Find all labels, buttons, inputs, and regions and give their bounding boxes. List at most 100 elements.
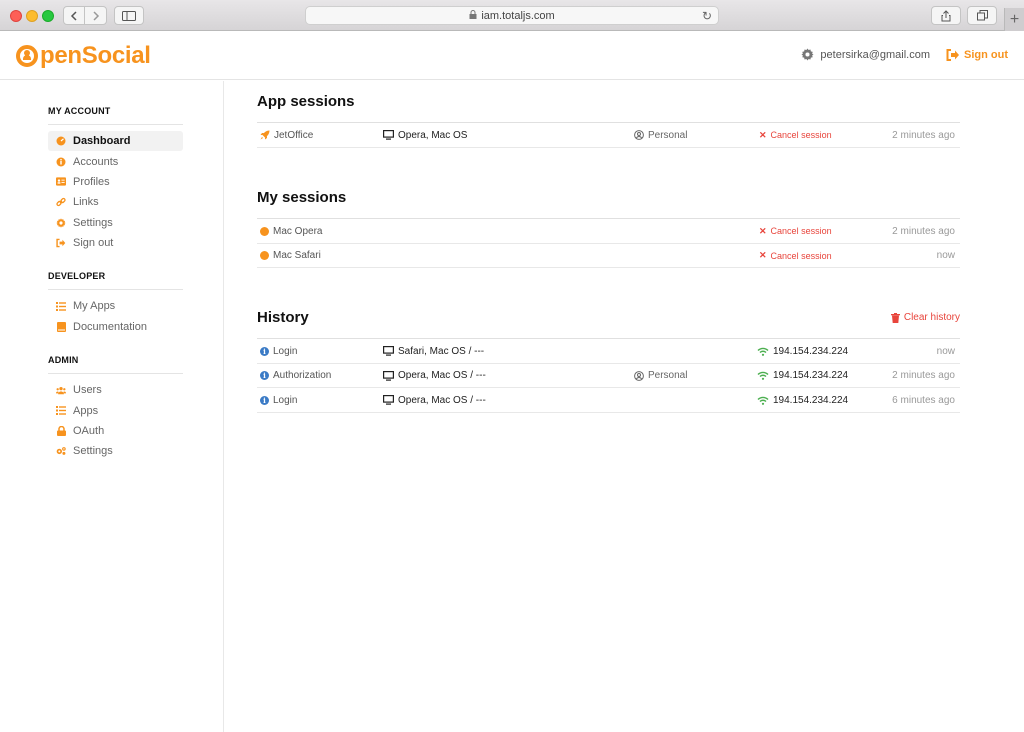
info-icon xyxy=(56,157,66,167)
device-cell: Opera, Mac OS / --- xyxy=(383,364,486,388)
sidebar-item-admin-settings[interactable]: Settings xyxy=(48,441,183,461)
chevron-left-icon xyxy=(70,10,77,21)
monitor-icon xyxy=(383,346,394,356)
ip-cell: 194.154.234.224 xyxy=(757,388,848,412)
sidebar-item-label: Links xyxy=(73,196,99,209)
device-name: Opera, Mac OS xyxy=(398,129,468,141)
info-icon: i xyxy=(260,371,269,380)
sidebar-item-users[interactable]: Users xyxy=(48,380,183,400)
session-name-cell: Mac Safari xyxy=(260,244,321,268)
gears-icon xyxy=(56,446,66,456)
sidebar-section-admin: ADMIN Users Apps OAuth Settings xyxy=(48,355,183,462)
session-time: now xyxy=(936,250,955,261)
device-name: Opera, Mac OS / --- xyxy=(398,394,486,406)
dashboard-icon xyxy=(56,136,66,146)
back-button[interactable] xyxy=(64,7,85,24)
sign-out-icon[interactable] xyxy=(946,48,960,61)
section-title: History xyxy=(257,309,309,326)
sidebar-item-label: Dashboard xyxy=(73,135,131,148)
account-cell: Personal xyxy=(634,123,687,147)
cancel-session-button[interactable]: ✕ Cancel session xyxy=(759,219,832,243)
user-circle-icon xyxy=(634,370,644,381)
zoom-window-button[interactable] xyxy=(42,10,54,22)
user-area: petersirka@gmail.com Sign out xyxy=(801,48,1008,61)
url-text: iam.totaljs.com xyxy=(481,9,555,22)
sidebar-item-profiles[interactable]: Profiles xyxy=(48,172,183,192)
sidebar-item-settings[interactable]: Settings xyxy=(48,213,183,233)
close-icon: ✕ xyxy=(759,225,767,236)
event-time: 2 minutes ago xyxy=(892,370,955,381)
info-icon: i xyxy=(260,395,269,405)
share-icon xyxy=(941,9,951,21)
sidebar-item-dashboard[interactable]: Dashboard xyxy=(48,131,183,152)
cancel-session-button[interactable]: ✕ Cancel session xyxy=(759,123,832,147)
session-time: 2 minutes ago xyxy=(892,225,955,237)
ip-cell: 194.154.234.224 xyxy=(757,364,848,388)
lock-icon xyxy=(56,425,66,436)
sidebar-item-label: Sign out xyxy=(73,237,114,250)
cancel-session-label: Cancel session xyxy=(770,226,832,236)
chevron-right-icon xyxy=(92,10,99,21)
monitor-icon xyxy=(383,395,394,405)
reload-icon[interactable]: ↻ xyxy=(702,9,712,23)
sidebar-item-links[interactable]: Links xyxy=(48,192,183,212)
event-type: Login xyxy=(273,394,298,406)
rocket-icon xyxy=(260,130,270,140)
device-name: Safari, Mac OS / --- xyxy=(398,345,485,357)
minimize-window-button[interactable] xyxy=(26,10,38,22)
sidebar-item-apps[interactable]: Apps xyxy=(48,400,183,420)
sidebar-toggle-button[interactable] xyxy=(114,6,144,25)
tabs-overview-button[interactable] xyxy=(967,6,997,25)
sidebar-item-label: Apps xyxy=(73,404,99,417)
sidebar-section-title: MY ACCOUNT xyxy=(48,106,183,125)
app-name-cell: JetOffice xyxy=(260,123,313,147)
sidebar-item-label: Settings xyxy=(73,216,113,229)
user-email[interactable]: petersirka@gmail.com xyxy=(820,49,930,61)
history-row: i Login Safari, Mac OS / --- 194.154.234… xyxy=(257,339,960,364)
history-row: i Login Opera, Mac OS / --- 194.154.234.… xyxy=(257,388,960,413)
event-time: now xyxy=(936,345,955,357)
event-type-cell: i Login xyxy=(260,339,297,363)
sidebar-item-documentation[interactable]: Documentation xyxy=(48,316,183,336)
status-dot-icon xyxy=(260,251,269,260)
id-card-icon xyxy=(56,177,66,187)
sidebar-item-sign-out[interactable]: Sign out xyxy=(48,233,183,253)
sidebar-item-label: OAuth xyxy=(73,424,105,437)
sidebar-item-label: Users xyxy=(73,384,102,397)
account-name: Personal xyxy=(648,370,688,381)
session-name: Mac Opera xyxy=(273,225,323,237)
sidebar-item-my-apps[interactable]: My Apps xyxy=(48,296,183,316)
tabs-icon xyxy=(976,10,988,21)
sidebar-section-developer: DEVELOPER My Apps Documentation xyxy=(48,271,183,337)
share-button[interactable] xyxy=(931,6,961,25)
wifi-icon xyxy=(757,396,769,405)
browser-toolbar: iam.totaljs.com ↻ + xyxy=(0,0,1024,31)
section-title: My sessions xyxy=(257,189,347,206)
sign-out-link[interactable]: Sign out xyxy=(964,49,1008,61)
close-icon: ✕ xyxy=(759,129,767,140)
logo[interactable]: penSocial xyxy=(16,42,151,70)
section-header: History Clear history xyxy=(257,297,960,339)
close-window-button[interactable] xyxy=(10,10,22,22)
session-row: Mac Opera ✕ Cancel session 2 minutes ago xyxy=(257,219,960,244)
section-header: App sessions xyxy=(257,81,960,123)
new-tab-button[interactable]: + xyxy=(1004,8,1024,31)
link-icon xyxy=(56,197,66,207)
sidebar-item-accounts[interactable]: Accounts xyxy=(48,151,183,171)
close-icon: ✕ xyxy=(759,250,767,260)
gear-icon[interactable] xyxy=(801,48,814,61)
cancel-session-button[interactable]: ✕ Cancel session xyxy=(759,244,832,268)
ip-address: 194.154.234.224 xyxy=(773,370,849,381)
wifi-icon xyxy=(757,371,769,380)
forward-button[interactable] xyxy=(85,7,106,24)
clear-history-button[interactable]: Clear history xyxy=(890,312,960,323)
event-time: 6 minutes ago xyxy=(892,394,955,406)
app-name: JetOffice xyxy=(274,129,314,141)
book-icon xyxy=(56,321,66,332)
sidebar-item-label: Settings xyxy=(73,445,113,458)
session-row: Mac Safari ✕ Cancel session now xyxy=(257,244,960,268)
sidebar-item-oauth[interactable]: OAuth xyxy=(48,421,183,441)
address-bar[interactable]: iam.totaljs.com ↻ xyxy=(305,6,719,25)
sidebar-section-title: DEVELOPER xyxy=(48,271,183,290)
sidebar: MY ACCOUNT Dashboard Accounts Profiles L… xyxy=(0,81,224,732)
